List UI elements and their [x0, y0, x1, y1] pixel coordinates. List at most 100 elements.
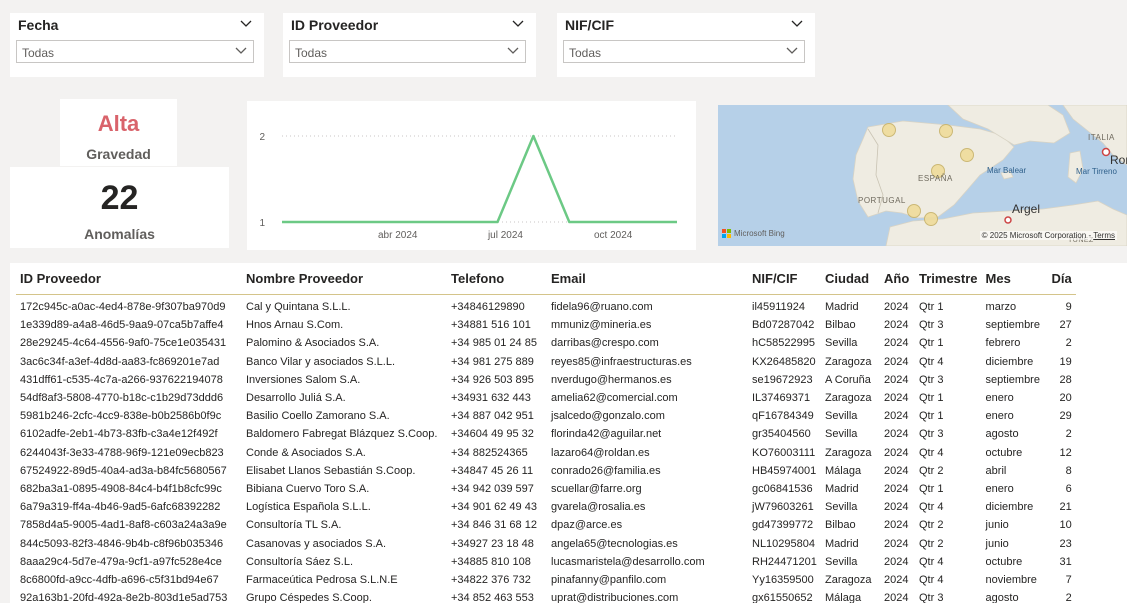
chevron-down-icon: [235, 47, 247, 54]
cell-mes: septiembre: [985, 373, 1040, 386]
severity-label: Gravedad: [86, 146, 151, 162]
cell-dia: 12: [1059, 446, 1072, 459]
supplier-map[interactable]: ESPAÑA PORTUGAL Mar Balear Argel ITALIA …: [718, 105, 1127, 246]
col-header-ano[interactable]: Año: [880, 263, 915, 295]
table-row[interactable]: 7858d4a5-9005-4ad1-8af8-c603a24a3a9e Cons…: [16, 516, 1076, 534]
table-row[interactable]: 5981b246-2cfc-4cc9-838e-b0b2586b0f9c Basi…: [16, 407, 1076, 425]
cell-telefono: +34 887 042 951: [451, 410, 534, 423]
cell-telefono: +34 942 039 597: [451, 482, 534, 495]
city-bubble-zaragoza[interactable]: [960, 148, 974, 162]
cell-dia: 8: [1065, 464, 1072, 477]
nif-cif-dropdown[interactable]: Todas: [563, 40, 805, 63]
chevron-down-icon: [507, 47, 519, 54]
map-label-roma: Rom: [1110, 153, 1127, 167]
table-row[interactable]: 92a163b1-20fd-492a-8e2b-803d1e5ad753 Grup…: [16, 589, 1076, 603]
chevron-down-icon[interactable]: [791, 20, 803, 28]
cell-nif-cif: HB45974001: [752, 464, 817, 477]
cell-id-proveedor: 8aaa29c4-5d7e-479a-9cf1-a97fc528e4ce: [20, 555, 222, 568]
map-label-italia: ITALIA: [1088, 133, 1115, 142]
cell-ciudad: Zaragoza: [825, 573, 872, 586]
table-row[interactable]: 1e339d89-a4a8-46d5-9aa9-07ca5b7affe4 Hnos…: [16, 316, 1076, 334]
cell-nombre-proveedor: Farmaceútica Pedrosa S.L.N.E: [246, 573, 398, 586]
table-row[interactable]: 6244043f-3e33-4788-96f9-121e09ecb823 Cond…: [16, 444, 1076, 462]
dropdown-value: Todas: [22, 46, 55, 60]
table-row[interactable]: 6a79a319-ff4a-4b46-9ad5-6afc68392282 Logí…: [16, 498, 1076, 516]
cell-nif-cif: gx61550652: [752, 592, 813, 603]
cell-dia: 2: [1065, 337, 1072, 350]
cell-nombre-proveedor: Basilio Coello Zamorano S.A.: [246, 410, 390, 423]
col-header-id-proveedor[interactable]: ID Proveedor: [16, 263, 242, 295]
cell-mes: enero: [985, 410, 1014, 423]
map-attribution: © 2025 Microsoft Corporation - Terms: [979, 231, 1117, 240]
dropdown-value: Todas: [569, 46, 602, 60]
city-bubble-malaga[interactable]: [924, 212, 938, 226]
chevron-down-icon[interactable]: [512, 20, 524, 28]
slicer-fecha[interactable]: Fecha Todas: [10, 13, 264, 77]
cell-ano: 2024: [884, 482, 909, 495]
table-row[interactable]: 682ba3a1-0895-4908-84c4-b4f1b8cfc99c Bibi…: [16, 480, 1076, 498]
slicer-nif-cif[interactable]: NIF/CIF Todas: [557, 13, 815, 77]
cell-email: amelia62@comercial.com: [551, 392, 678, 405]
map-label-mar-tirreno: Mar Tirreno: [1076, 167, 1117, 176]
cell-ciudad: Sevilla: [825, 501, 858, 514]
col-header-ciudad[interactable]: Ciudad: [821, 263, 880, 295]
table-row[interactable]: 844c5093-82f3-4846-9b4b-c8f96b035346 Casa…: [16, 534, 1076, 552]
cell-dia: 9: [1065, 301, 1072, 314]
cell-ano: 2024: [884, 592, 909, 603]
cell-nif-cif: NL10295804: [752, 537, 816, 550]
series-line: [282, 134, 677, 224]
col-header-nif-cif[interactable]: NIF/CIF: [748, 263, 821, 295]
cell-id-proveedor: 92a163b1-20fd-492a-8e2b-803d1e5ad753: [20, 592, 228, 603]
cell-email: gvarela@rosalia.es: [551, 501, 646, 514]
cell-nif-cif: Bd07287042: [752, 319, 815, 332]
cell-mes: enero: [985, 392, 1014, 405]
table-row[interactable]: 67524922-89d5-40a4-ad3a-b84fc5680567 Elis…: [16, 462, 1076, 480]
cell-mes: agosto: [985, 592, 1019, 603]
cell-dia: 2: [1065, 428, 1072, 441]
slicer-id-proveedor[interactable]: ID Proveedor Todas: [283, 13, 536, 77]
col-header-trimestre[interactable]: Trimestre: [915, 263, 982, 295]
col-header-dia[interactable]: Día: [1047, 263, 1076, 295]
table-row[interactable]: 172c945c-a0ac-4ed4-878e-9f307ba970d9 Cal …: [16, 295, 1076, 317]
table-row[interactable]: 54df8af3-5808-4770-b18c-c1b29d73ddd6 Desa…: [16, 389, 1076, 407]
cell-id-proveedor: 431dff61-c535-4c7a-a266-937622194078: [20, 373, 223, 386]
cell-telefono: +34 852 463 553: [451, 592, 534, 603]
cell-trimestre: Qtr 3: [919, 319, 944, 332]
suppliers-table[interactable]: ID Proveedor Nombre Proveedor Telefono E…: [10, 263, 1127, 603]
cell-trimestre: Qtr 1: [919, 337, 944, 350]
table-row[interactable]: 28e29245-4c64-4556-9af0-75ce1e035431 Palo…: [16, 334, 1076, 352]
table-row[interactable]: 6102adfe-2eb1-4b73-83fb-c3a4e12f492f Bald…: [16, 425, 1076, 443]
city-bubble-sevilla[interactable]: [907, 204, 921, 218]
id-proveedor-dropdown[interactable]: Todas: [289, 40, 526, 63]
table-row[interactable]: 431dff61-c535-4c7a-a266-937622194078 Inve…: [16, 371, 1076, 389]
city-bubble-bilbao[interactable]: [939, 124, 953, 138]
cell-dia: 28: [1059, 373, 1072, 386]
cell-telefono: +34 882524365: [451, 446, 528, 459]
col-header-nombre-proveedor[interactable]: Nombre Proveedor: [242, 263, 447, 295]
terms-link[interactable]: Terms: [1093, 231, 1115, 240]
table-row[interactable]: 8aaa29c4-5d7e-479a-9cf1-a97fc528e4ce Cons…: [16, 553, 1076, 571]
anomalies-line-chart[interactable]: 1 2 abr 2024 jul 2024 oct 2024: [247, 101, 696, 250]
cell-trimestre: Qtr 4: [919, 355, 944, 368]
col-header-mes[interactable]: Mes: [981, 263, 1048, 295]
table-row[interactable]: 8c6800fd-a9cc-4dfb-a696-c5f31bd94e67 Farm…: [16, 571, 1076, 589]
cell-nif-cif: hC58522995: [752, 337, 816, 350]
cell-ciudad: Sevilla: [825, 337, 858, 350]
line-chart-svg: 1 2 abr 2024 jul 2024 oct 2024: [259, 132, 677, 241]
cell-nif-cif: Yy16359500: [752, 573, 814, 586]
suppliers-table-grid: ID Proveedor Nombre Proveedor Telefono E…: [16, 263, 1076, 603]
cell-id-proveedor: 844c5093-82f3-4846-9b4b-c8f96b035346: [20, 537, 224, 550]
table-row[interactable]: 3ac6c34f-a3ef-4d8d-aa83-fc869201e7ad Banc…: [16, 353, 1076, 371]
chevron-down-icon[interactable]: [240, 20, 252, 28]
cell-nombre-proveedor: Inversiones Salom S.A.: [246, 373, 361, 386]
col-header-email[interactable]: Email: [547, 263, 748, 295]
fecha-dropdown[interactable]: Todas: [16, 40, 254, 63]
cell-trimestre: Qtr 4: [919, 573, 944, 586]
anomalies-value: 22: [100, 179, 139, 217]
city-bubble-a-coruna[interactable]: [882, 123, 896, 137]
x-tick-label: abr 2024: [378, 230, 418, 241]
severity-value: Alta: [97, 111, 140, 136]
cell-telefono: +34881 516 101: [451, 319, 531, 332]
col-header-telefono[interactable]: Telefono: [447, 263, 547, 295]
cell-email: fidela96@ruano.com: [551, 301, 653, 314]
